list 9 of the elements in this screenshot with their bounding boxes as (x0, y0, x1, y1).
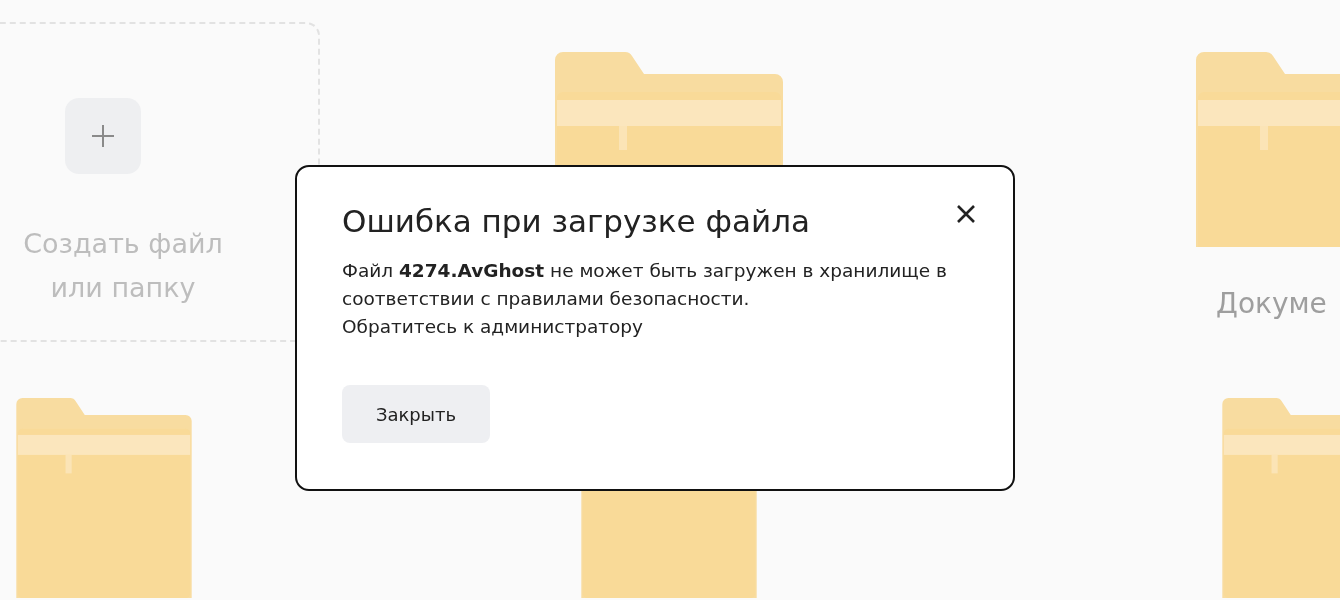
dialog-title: Ошибка при загрузке файла (342, 202, 811, 241)
close-dialog-button[interactable]: Закрыть (342, 385, 490, 443)
error-message: Файл 4274.AvGhost не может быть загружен в хранилище в соответствии с правилами безопасности. (342, 259, 948, 311)
error-message: Обратитесь к администратору (342, 315, 645, 339)
plus-icon (91, 124, 115, 148)
create-label: Создать файл или папку (22, 227, 224, 305)
add-button[interactable] (65, 98, 141, 174)
folder-name: Докуме (1216, 287, 1327, 320)
close-icon (957, 205, 975, 223)
